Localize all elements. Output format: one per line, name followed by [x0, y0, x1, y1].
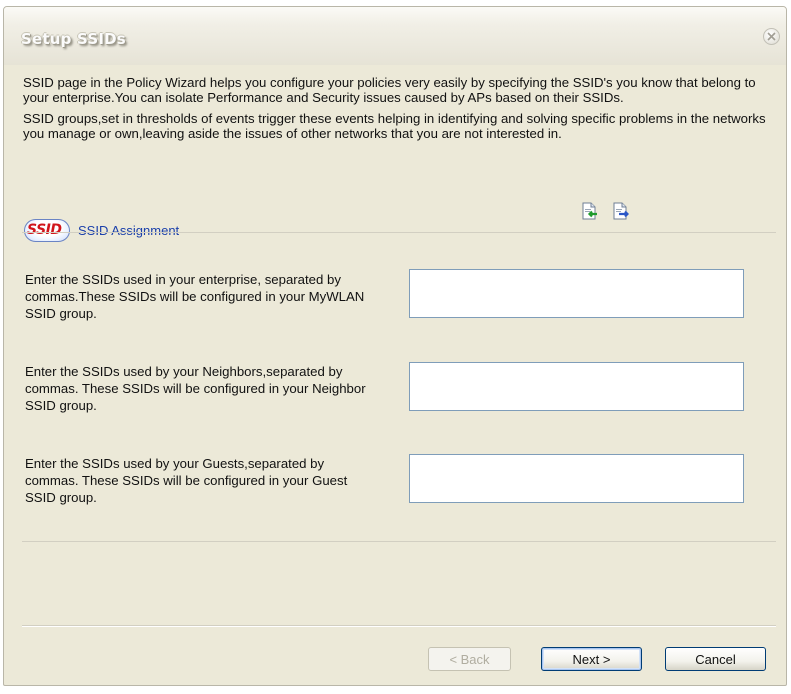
guest-ssids-input[interactable]: [409, 454, 744, 503]
dialog-title: Setup SSIDs: [21, 30, 126, 48]
export-icon[interactable]: [611, 202, 630, 220]
cancel-button[interactable]: Cancel: [665, 647, 766, 671]
enterprise-ssids-label: Enter the SSIDs used in your enterprise,…: [25, 272, 365, 321]
back-button[interactable]: < Back: [428, 647, 511, 671]
guest-ssids-label: Enter the SSIDs used by your Guests,sepa…: [25, 456, 348, 505]
neighbor-ssids-label: Enter the SSIDs used by your Neighbors,s…: [25, 364, 366, 413]
neighbor-ssids-input[interactable]: [409, 362, 744, 411]
title-bar[interactable]: Setup SSIDs: [4, 7, 786, 65]
setup-ssids-dialog: Setup SSIDs SSID page in the Policy Wiza…: [3, 6, 787, 686]
intro-text: SSID page in the Policy Wizard helps you…: [23, 75, 783, 147]
close-button[interactable]: [763, 28, 780, 45]
next-button[interactable]: Next >: [541, 647, 642, 671]
enterprise-ssids-input[interactable]: [409, 269, 744, 318]
close-icon: [767, 32, 776, 41]
footer-divider: [22, 625, 776, 627]
import-icon[interactable]: [580, 202, 598, 220]
intro-paragraph-1: SSID page in the Policy Wizard helps you…: [23, 75, 756, 105]
intro-paragraph-2: SSID groups,set in thresholds of events …: [23, 111, 766, 141]
